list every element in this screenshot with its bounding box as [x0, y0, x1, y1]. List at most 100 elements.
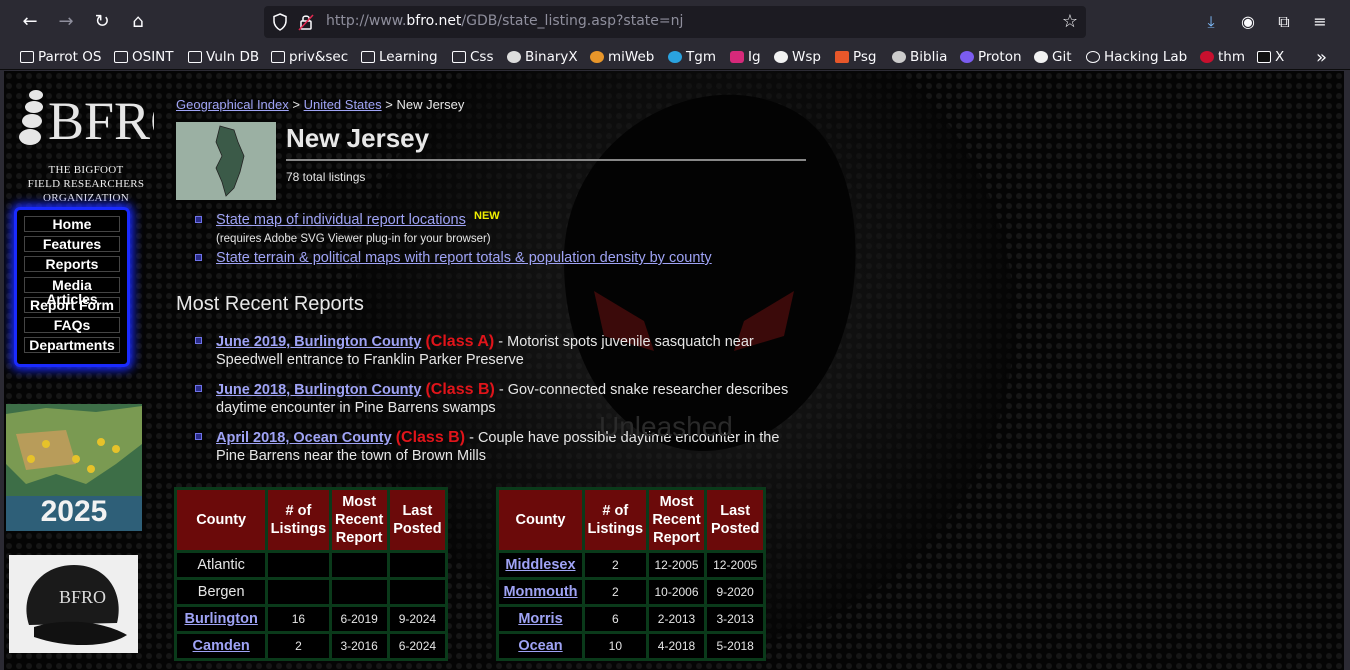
main-content: Geographical Index > United States > New… [174, 71, 836, 670]
svg-text:BFRO: BFRO [59, 587, 106, 607]
list-bullet [195, 216, 202, 223]
bookmark-x[interactable]: X [1257, 47, 1284, 67]
county-name: Camden [177, 634, 266, 658]
table-row: Burlington 16 6-2019 9-2024 [177, 607, 445, 631]
table-row: Camden 2 3-2016 6-2024 [177, 634, 445, 658]
most-recent-date [331, 580, 387, 604]
bfro-logo-mark-icon: BFRO [19, 90, 189, 151]
col-last-posted: Last Posted [389, 490, 445, 550]
downloads-icon[interactable]: ⤓ [1199, 10, 1223, 34]
nav-reports[interactable]: Reports [24, 256, 120, 273]
county-link[interactable]: Burlington [185, 611, 258, 627]
most-recent-date [331, 553, 387, 577]
bookmark-psg[interactable]: Psg [835, 47, 877, 67]
nav-home[interactable]: Home [24, 216, 120, 232]
county-name: Middlesex [499, 553, 582, 577]
bfro-logo[interactable]: BFRO The Bigfoot Field Researchers Organ… [18, 85, 189, 204]
county-link[interactable]: Ocean [518, 638, 562, 654]
page-viewport[interactable]: BFRO The Bigfoot Field Researchers Organ… [4, 71, 1344, 670]
county-table-right: County # of Listings Most Recent Report Las… [496, 487, 766, 661]
back-arrow-icon[interactable]: ← [16, 8, 44, 36]
tracking-shield-icon[interactable] [272, 13, 288, 31]
bookmark-folder-priv-sec[interactable]: priv&sec [271, 47, 348, 67]
new-badge: NEW [474, 210, 500, 222]
report-link[interactable]: June 2018, Burlington County [216, 382, 421, 398]
bookmark-proton[interactable]: Proton [960, 47, 1022, 67]
breadcrumb-united-states[interactable]: United States [304, 97, 382, 112]
nav-report-form[interactable]: Report Form [24, 296, 120, 313]
thm-icon [1200, 51, 1214, 63]
bfro-hat-image: BFRO [26, 565, 127, 646]
state-map-thumbnail[interactable] [176, 122, 276, 200]
folder-icon [188, 51, 202, 63]
folder-icon [271, 51, 285, 63]
most-recent-date: 12-2005 [648, 553, 705, 577]
last-posted-date: 9-2020 [707, 580, 763, 604]
home-icon[interactable]: ⌂ [124, 8, 152, 36]
svg-text:BFRO: BFRO [48, 91, 154, 151]
reload-icon[interactable]: ↻ [88, 8, 116, 36]
insecure-lock-icon[interactable] [298, 13, 314, 31]
state-map-link[interactable]: State map of individual report locations [216, 212, 466, 228]
bookmark-instagram[interactable]: Ig [730, 47, 761, 67]
bookmark-whatsapp[interactable]: Wsp [774, 47, 821, 67]
most-recent-date: 2-2013 [648, 607, 705, 631]
listings-count [268, 553, 329, 577]
breadcrumb-geographical-index[interactable]: Geographical Index [176, 97, 289, 112]
extensions-icon[interactable]: ⧉ [1272, 10, 1296, 34]
table-row: Middlesex 2 12-2005 12-2005 [499, 553, 763, 577]
bookmark-folder-parrot-os[interactable]: Parrot OS [20, 47, 101, 67]
county-link[interactable]: Morris [518, 611, 562, 627]
account-icon[interactable]: ◉ [1236, 10, 1260, 34]
nav-features[interactable]: Features [24, 236, 120, 253]
telegram-icon [668, 51, 682, 63]
county-table-left: County # of Listings Most Recent Report Las… [174, 487, 448, 661]
nav-media-articles[interactable]: Media Articles [24, 276, 120, 306]
bookmarks-overflow-chevron-icon[interactable]: » [1316, 47, 1327, 68]
bookmark-folder-osint[interactable]: OSINT [114, 47, 174, 67]
bookmark-binaryx[interactable]: BinaryX [507, 47, 578, 67]
nav-faqs[interactable]: FAQs [24, 316, 120, 333]
county-link[interactable]: Monmouth [503, 584, 577, 600]
county-name: Morris [499, 607, 582, 631]
listings-count: 2 [268, 634, 329, 658]
folder-icon [452, 51, 466, 63]
sightings-map-2025-ad[interactable]: 2025 [6, 404, 142, 531]
list-bullet [195, 385, 202, 392]
bookmark-hacking-lab[interactable]: Hacking Lab [1086, 47, 1187, 67]
bookmark-folder-learning[interactable]: Learning [361, 47, 438, 67]
url-text[interactable]: http://www.bfro.net/GDB/state_listing.as… [326, 13, 683, 29]
browser-toolbar: ← → ↻ ⌂ http://www.bfro.net/GDB/state_li… [0, 0, 1350, 44]
bookmark-folder-css[interactable]: Css [452, 47, 494, 67]
bfro-hat-ad[interactable]: BFRO [9, 555, 138, 653]
bookmark-thm[interactable]: thm [1200, 47, 1245, 67]
last-posted-date: 12-2005 [707, 553, 763, 577]
last-posted-date [389, 553, 445, 577]
col-last-posted: Last Posted [707, 490, 763, 550]
last-posted-date: 6-2024 [389, 634, 445, 658]
address-bar[interactable]: http://www.bfro.net/GDB/state_listing.as… [264, 6, 1086, 38]
bookmark-folder-vuln-db[interactable]: Vuln DB [188, 47, 259, 67]
background-watermark: Unleashed [599, 411, 733, 442]
globe-icon [1086, 51, 1100, 63]
bookmark-star-icon[interactable]: ☆ [1062, 11, 1078, 32]
last-posted-date [389, 580, 445, 604]
report-link[interactable]: June 2019, Burlington County [216, 334, 421, 350]
instagram-icon [730, 51, 744, 63]
county-name: Burlington [177, 607, 266, 631]
menu-hamburger-icon[interactable]: ≡ [1308, 10, 1332, 34]
col-county: County [499, 490, 582, 550]
whatsapp-icon [774, 51, 788, 63]
total-listings: 78 total listings [286, 170, 366, 184]
county-link[interactable]: Camden [193, 638, 250, 654]
most-recent-date: 4-2018 [648, 634, 705, 658]
terrain-maps-link[interactable]: State terrain & political maps with repo… [216, 250, 712, 266]
forward-arrow-icon[interactable]: → [52, 8, 80, 36]
bookmark-git[interactable]: Git [1034, 47, 1072, 67]
county-link[interactable]: Middlesex [505, 557, 575, 573]
bookmark-telegram[interactable]: Tgm [668, 47, 716, 67]
bookmark-biblia[interactable]: Biblia [892, 47, 947, 67]
bookmark-miweb[interactable]: miWeb [590, 47, 654, 67]
nav-departments[interactable]: Departments [24, 337, 120, 354]
report-link[interactable]: April 2018, Ocean County [216, 430, 392, 446]
